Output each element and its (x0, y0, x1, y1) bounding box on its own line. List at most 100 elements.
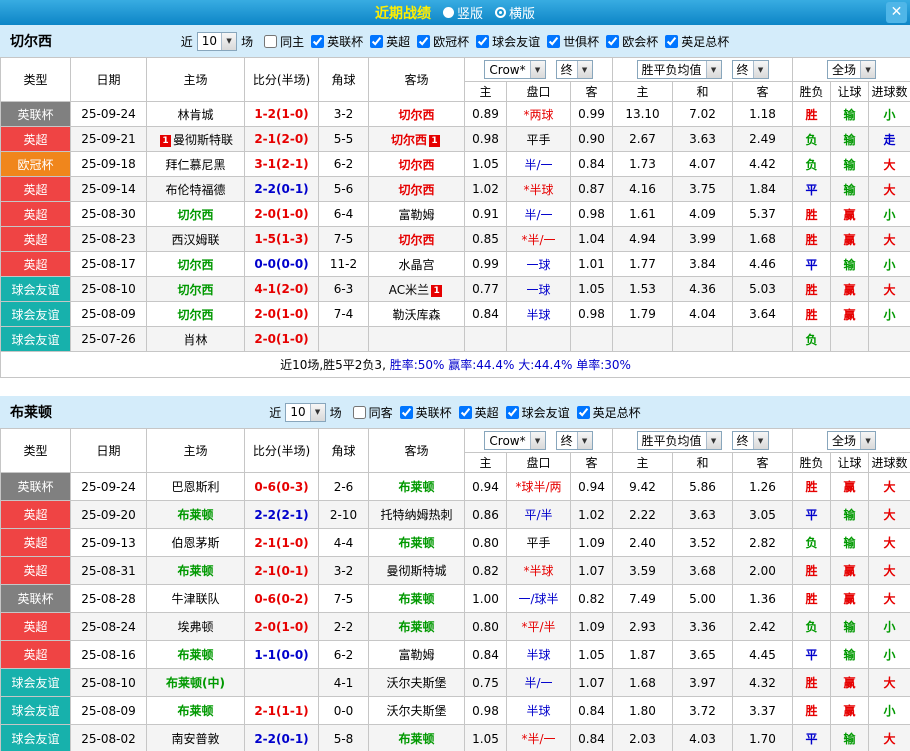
result-wdl: 胜 (792, 696, 832, 725)
checkbox[interactable] (606, 34, 620, 48)
result-wdl: 平 (792, 176, 832, 202)
competition-badge: 球会友谊 (0, 301, 71, 327)
match-row: 英超 25-08-16 布莱顿 1-1(0-0) 6-2 富勒姆 0.84 半球 1.05 1.8… (0, 640, 910, 669)
filter-option-英联杯[interactable]: 英联杯 (311, 33, 363, 50)
chevron-down-icon: ▼ (752, 432, 768, 449)
result-goals: 小 (868, 612, 910, 641)
radio-vertical-layout[interactable]: 竖版 (442, 3, 483, 22)
home-team: 布莱顿 (146, 696, 245, 725)
competition-badge: 英超 (0, 500, 71, 529)
subcol-avg-home: 主 (612, 452, 674, 473)
home-team: 布伦特福德 (146, 176, 245, 202)
result-goals: 大 (868, 500, 910, 529)
close-button[interactable]: ✕ (886, 2, 907, 23)
subcol-handicap-result: 让球 (830, 81, 870, 102)
handicap-away-odds: 0.98 (569, 201, 614, 227)
summary-segment: 近10场,胜5平2负3, (280, 358, 390, 372)
match-date: 25-08-23 (70, 226, 147, 252)
match-count-select[interactable]: 10 ▼ (196, 31, 238, 51)
handicap-line: 半/一 (506, 668, 571, 697)
filter-option-英联杯[interactable]: 英联杯 (399, 404, 452, 421)
filter-option-label: 英足总杯 (592, 405, 641, 420)
odds-company-select[interactable]: Crow* ▼ (484, 431, 546, 450)
filter-option-英足总杯[interactable]: 英足总杯 (576, 404, 641, 421)
filter-checkbox-group: 同客 英联杯 英超 球会友谊 英足总杯 (346, 404, 641, 421)
checkbox[interactable] (476, 34, 490, 48)
filter-option-球会友谊[interactable]: 球会友谊 (476, 33, 540, 50)
odds-final-select[interactable]: 终 ▼ (555, 60, 593, 79)
checkbox[interactable] (264, 34, 278, 48)
team-label: 布莱顿 (177, 508, 214, 522)
avg-home-odds: 2.93 (612, 612, 674, 641)
checkbox[interactable] (370, 34, 384, 48)
avg-final-select[interactable]: 终 ▼ (731, 431, 769, 450)
checkbox[interactable] (352, 405, 366, 419)
home-team: 1 曼彻斯特联 (146, 126, 245, 152)
result-goals: 小 (868, 640, 910, 669)
competition-badge: 球会友谊 (0, 696, 71, 725)
checkbox[interactable] (665, 34, 679, 48)
away-team: 托特纳姆热刺 (368, 500, 465, 529)
odds-final-select[interactable]: 终 ▼ (555, 431, 593, 450)
avg-draw-odds: 4.03 (672, 724, 734, 751)
handicap-home-odds: 0.77 (464, 276, 507, 302)
handicap-line: *球半/两 (506, 472, 571, 501)
home-team: 布莱顿 (146, 556, 245, 585)
checkbox[interactable] (417, 34, 431, 48)
result-goals: 大 (868, 151, 910, 177)
match-row: 英超 25-08-24 埃弗顿 2-0(1-0) 2-2 布莱顿 0.80 *平/半 1.09 2… (0, 612, 910, 641)
filter-option-同客[interactable]: 同客 (352, 404, 393, 421)
subcol-avg-away: 客 (732, 452, 794, 473)
result-handicap: 赢 (830, 201, 870, 227)
avg-final-select[interactable]: 终 ▼ (731, 60, 769, 79)
checkbox[interactable] (505, 405, 519, 419)
odds-company-select[interactable]: Crow* ▼ (484, 60, 546, 79)
filter-option-世俱杯[interactable]: 世俱杯 (547, 33, 599, 50)
avg-home-odds: 1.77 (612, 251, 674, 277)
team-label: 富勒姆 (398, 648, 435, 662)
checkbox[interactable] (399, 405, 413, 419)
matches-table: 类型 日期 主场 比分(半场) 角球 客场 Crow* ▼ 终 ▼ 胜平负均值 … (0, 57, 910, 378)
checkbox[interactable] (311, 34, 325, 48)
team-section-header: 布莱顿 近 10 ▼ 场 同客 英联杯 英超 球会友谊 英足总杯 (0, 396, 910, 428)
filter-option-球会友谊[interactable]: 球会友谊 (505, 404, 570, 421)
match-row: 英超 25-09-13 伯恩茅斯 2-1(1-0) 4-4 布莱顿 0.80 平手 1.09 2.… (0, 528, 910, 557)
team-label: 托特纳姆热刺 (380, 508, 453, 522)
match-row: 球会友谊 25-08-09 切尔西 2-0(1-0) 7-4 勒沃库森 0.84 半球 0.98… (0, 301, 910, 327)
filter-option-欧会杯[interactable]: 欧会杯 (606, 33, 658, 50)
filter-option-英超[interactable]: 英超 (370, 33, 410, 50)
chevron-down-icon: ▼ (752, 61, 768, 78)
filter-option-英超[interactable]: 英超 (458, 404, 499, 421)
radio-horizontal-layout[interactable]: 横版 (495, 3, 535, 22)
score: 2-2(2-1) (244, 500, 319, 529)
avg-select[interactable]: 胜平负均值 ▼ (636, 431, 722, 450)
result-goals (868, 326, 910, 352)
avg-draw-odds: 3.63 (672, 126, 734, 152)
filter-option-同主[interactable]: 同主 (264, 33, 304, 50)
match-row: 英联杯 25-09-24 巴恩斯利 0-6(0-3) 2-6 布莱顿 0.94 *球半/两 0.… (0, 472, 910, 501)
avg-home-odds: 1.79 (612, 301, 674, 327)
team-label: 布莱顿 (177, 704, 214, 718)
match-count-select[interactable]: 10 ▼ (285, 402, 326, 422)
checkbox[interactable] (547, 34, 561, 48)
odds-header-group: Crow* ▼ 终 ▼ (463, 57, 614, 82)
match-date: 25-08-28 (70, 584, 147, 613)
team-label: 肖林 (183, 332, 208, 347)
result-goals: 小 (868, 301, 910, 327)
checkbox[interactable] (576, 405, 590, 419)
avg-select[interactable]: 胜平负均值 ▼ (636, 60, 722, 79)
handicap-away-odds: 0.82 (569, 584, 614, 613)
checkbox[interactable] (458, 405, 472, 419)
handicap-away-odds: 1.07 (569, 668, 614, 697)
scope-select[interactable]: 全场 ▼ (827, 60, 877, 79)
away-team: 布莱顿 (368, 528, 465, 557)
chevron-down-icon: ▼ (705, 432, 721, 449)
match-row: 英超 25-09-14 布伦特福德 2-2(0-1) 5-6 切尔西 1.02 *半球 0.87… (0, 176, 910, 202)
col-header-corner: 角球 (318, 428, 369, 473)
away-team: AC米兰 1 (368, 276, 465, 302)
filter-option-欧冠杯[interactable]: 欧冠杯 (417, 33, 469, 50)
scope-select[interactable]: 全场 ▼ (827, 431, 877, 450)
chevron-down-icon: ▼ (860, 61, 876, 78)
home-team: 切尔西 (146, 201, 245, 227)
filter-option-英足总杯[interactable]: 英足总杯 (665, 33, 729, 50)
